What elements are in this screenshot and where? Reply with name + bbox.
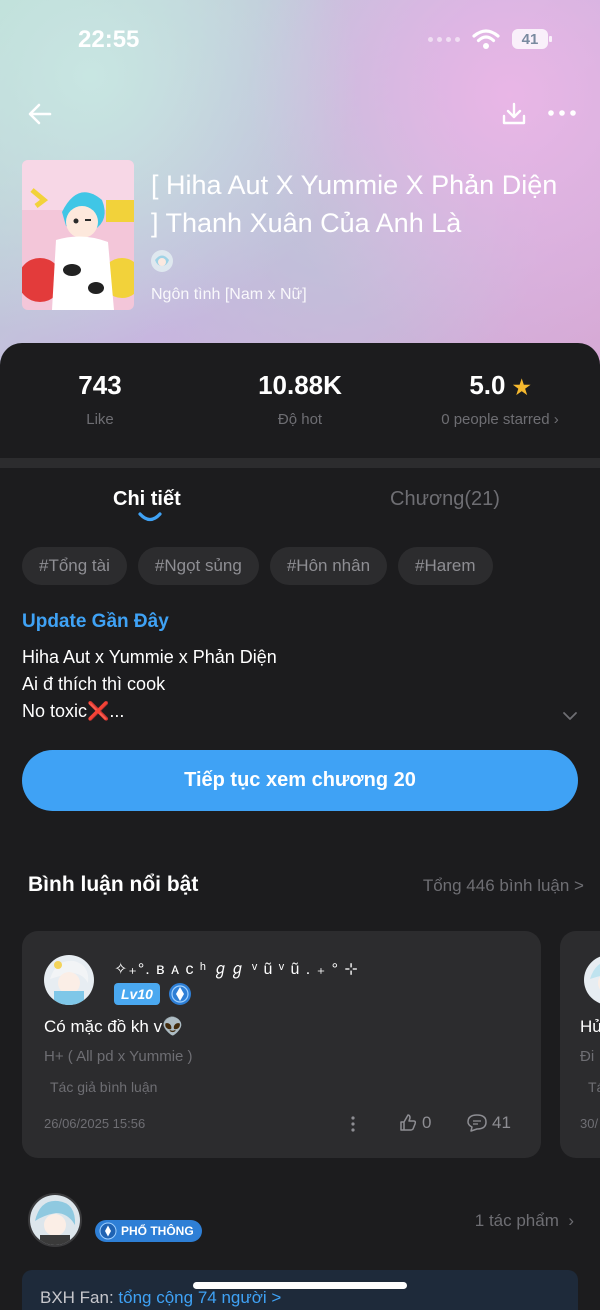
description-line: No toxic❌... — [22, 701, 125, 721]
rating-label: 0 people starred — [441, 411, 550, 428]
tab-active-indicator — [138, 512, 162, 522]
commenter-avatar[interactable] — [44, 955, 94, 1005]
tag-list: #Tổng tài #Ngọt sủng #Hôn nhân #Harem — [22, 547, 493, 585]
genre-label: Ngôn tình [Nam x Nữ] — [151, 286, 307, 303]
comments-total-link[interactable]: Tổng 446 bình luận > — [423, 876, 584, 896]
download-icon[interactable] — [500, 100, 528, 128]
hot-value: 10.88K — [258, 370, 342, 400]
thumbs-up-icon — [400, 1114, 417, 1131]
author-avatar[interactable] — [151, 250, 173, 272]
like-button[interactable]: 0 — [398, 1113, 431, 1133]
chevron-down-icon[interactable] — [560, 706, 580, 726]
continue-reading-button[interactable]: Tiếp tục xem chương 20 — [22, 750, 578, 811]
comment-card-next[interactable]: Hủ Đi Tá 30/ — [560, 931, 600, 1158]
reply-button[interactable]: 41 — [466, 1113, 511, 1133]
commenter-avatar[interactable] — [584, 955, 600, 1005]
rank-badge-icon — [99, 1222, 117, 1240]
author-comment-tag: Tác giả bình luận — [50, 1079, 158, 1095]
commenter-name[interactable]: ✧₊°. ʙ ᴀ ᴄ ʰ ℊℊ ᵛ ũ ᵛ ũ . ₊ ° ⊹ — [114, 955, 359, 979]
more-icon[interactable] — [546, 102, 578, 124]
author-works-count: 1 tác phẩm — [474, 1211, 559, 1230]
star-icon: ★ — [512, 377, 531, 399]
section-divider — [0, 458, 600, 468]
description: Hiha Aut x Yummie x Phản Diện Ai đ thích… — [22, 644, 277, 725]
wifi-icon — [472, 29, 500, 49]
description-line: Ai đ thích thì cook — [22, 674, 166, 694]
comment-text: Hủ — [580, 1017, 600, 1036]
tag-item[interactable]: #Tổng tài — [22, 547, 127, 585]
fan-ranking-box[interactable]: BXH Fan: tổng cộng 74 người > — [22, 1270, 578, 1310]
comment-bubble-icon — [467, 1114, 487, 1132]
stat-hot: 10.88K Độ hot — [240, 370, 360, 428]
rating-value: 5.0 — [469, 370, 506, 400]
comment-card[interactable]: ✧₊°. ʙ ᴀ ᴄ ʰ ℊℊ ᵛ ũ ᵛ ũ . ₊ ° ⊹ Lv10 Có … — [22, 931, 541, 1158]
comment-date: 30/ — [580, 1116, 599, 1131]
signal-icon — [428, 36, 460, 42]
update-heading: Update Gần Đây — [22, 611, 169, 632]
level-badge: Lv10 — [114, 983, 160, 1005]
chevron-right-icon: › — [553, 411, 559, 428]
home-indicator — [193, 1282, 407, 1289]
comment-more-icon[interactable] — [348, 1114, 358, 1134]
tab-chapters[interactable]: Chương(21) — [390, 488, 500, 511]
like-count: 0 — [422, 1113, 432, 1132]
status-indicators: 41 — [428, 28, 552, 50]
tag-item[interactable]: #Ngọt sủng — [137, 547, 259, 585]
tab-details[interactable]: Chi tiết — [113, 488, 181, 511]
comment-date: 26/06/2025 15:56 — [44, 1116, 146, 1131]
reply-count: 41 — [492, 1113, 511, 1132]
tag-item[interactable]: #Hôn nhân — [269, 547, 388, 585]
author-profile-avatar[interactable] — [28, 1193, 82, 1247]
comment-text: Có mặc đồ kh v👽 — [44, 1017, 184, 1036]
stat-likes: 743 Like — [50, 370, 150, 428]
stat-rating[interactable]: 5.0 ★ 0 people starred › — [430, 370, 570, 428]
rank-badge-icon — [169, 983, 191, 1005]
comment-chapter[interactable]: H+ ( All pd x Yummie ) — [44, 1048, 193, 1065]
tag-item[interactable]: #Harem — [398, 547, 493, 585]
cover-image[interactable] — [22, 160, 134, 310]
back-arrow-icon[interactable] — [24, 98, 56, 130]
description-line: Hiha Aut x Yummie x Phản Diện — [22, 647, 277, 667]
author-works-link[interactable]: 1 tác phẩm › — [475, 1211, 574, 1231]
fan-ranking-label: BXH Fan: — [40, 1288, 119, 1307]
battery-icon: 41 — [512, 29, 552, 49]
comments-heading: Bình luận nổi bật — [28, 873, 199, 896]
status-time: 22:55 — [78, 26, 140, 53]
comment-chapter: Đi — [580, 1048, 595, 1065]
author-rank-badge: PHỔ THÔNG — [95, 1220, 202, 1242]
hot-label: Độ hot — [277, 411, 323, 428]
fan-ranking-link[interactable]: tổng cộng 74 người > — [118, 1288, 281, 1307]
likes-value: 743 — [78, 370, 122, 400]
chevron-right-icon: › — [568, 1211, 574, 1230]
page-title: [ Hiha Aut X Yummie X Phản Diện ] Thanh … — [151, 170, 558, 238]
likes-label: Like — [86, 411, 114, 428]
fan-ranking: BXH Fan: tổng cộng 74 người > — [40, 1288, 281, 1308]
author-rank-label: PHỔ THÔNG — [121, 1224, 194, 1238]
author-comment-tag: Tá — [588, 1079, 600, 1095]
